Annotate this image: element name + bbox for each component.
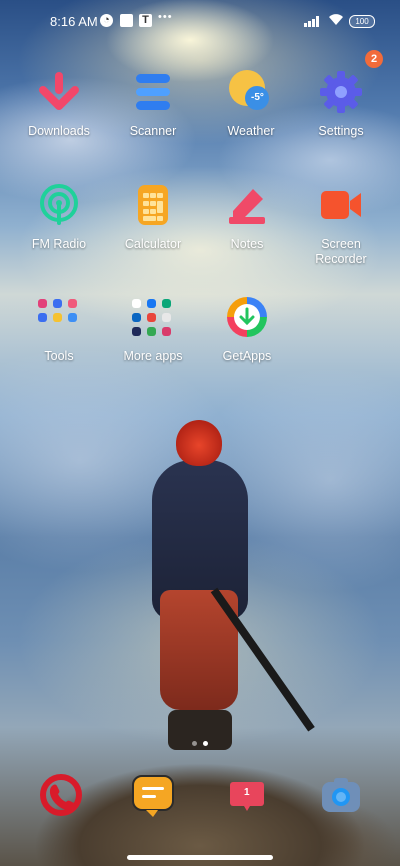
- folder-tools[interactable]: Tools: [14, 293, 104, 364]
- wallpaper-character: [140, 420, 315, 760]
- dock-messages[interactable]: [108, 772, 198, 818]
- messages-icon: [130, 772, 176, 818]
- calculator-icon: [129, 181, 177, 229]
- app-label: Notes: [230, 237, 264, 251]
- getapps-icon: [223, 293, 271, 341]
- status-bar: 8:16 AM ◔ T ••• 100: [0, 0, 400, 44]
- phone-icon: [38, 772, 84, 818]
- scanner-icon: [129, 68, 177, 116]
- app-getapps[interactable]: GetApps: [202, 293, 292, 364]
- radio-icon: [35, 181, 83, 229]
- app-label: Weather: [227, 124, 275, 138]
- dock-themes[interactable]: 1: [202, 772, 292, 818]
- battery-level: 100: [355, 17, 369, 26]
- dock-phone[interactable]: [16, 772, 106, 818]
- camera-icon: [318, 772, 364, 818]
- weather-icon: -5°: [227, 68, 275, 116]
- app-label: GetApps: [222, 349, 272, 363]
- app-label: Settings: [318, 124, 364, 138]
- app-notification-icon: ◔: [100, 14, 113, 27]
- app-label: Calculator: [124, 237, 182, 251]
- app-calculator[interactable]: Calculator: [108, 181, 198, 252]
- page-indicator[interactable]: [0, 733, 400, 751]
- gallery-notification-icon: [120, 14, 133, 27]
- battery-icon: 100: [349, 15, 375, 28]
- gear-icon: 2: [317, 50, 383, 116]
- page-dot-active[interactable]: [203, 741, 208, 746]
- video-camera-icon: [317, 181, 365, 229]
- app-label: Downloads: [28, 124, 90, 138]
- app-notes[interactable]: Notes: [202, 181, 292, 252]
- app-label: Screen Recorder: [315, 237, 367, 266]
- dock-camera[interactable]: [296, 772, 386, 818]
- app-downloads[interactable]: Downloads: [14, 68, 104, 139]
- folder-icon: [129, 293, 177, 341]
- folder-icon: [35, 293, 83, 341]
- notification-badge: 2: [365, 50, 383, 68]
- page-dot[interactable]: [192, 741, 197, 746]
- weather-temperature: -5°: [251, 92, 264, 103]
- app-label: Tools: [44, 349, 74, 363]
- app-screen-recorder[interactable]: Screen Recorder: [296, 181, 386, 267]
- wifi-icon: [328, 13, 344, 29]
- app-label: FM Radio: [31, 237, 87, 251]
- home-gesture-bar[interactable]: [127, 855, 273, 860]
- app-scanner[interactable]: Scanner: [108, 68, 198, 139]
- app-fm-radio[interactable]: FM Radio: [14, 181, 104, 252]
- themes-icon: 1: [224, 772, 270, 818]
- app-label: Scanner: [129, 124, 177, 138]
- cellular-signal-icon: [304, 15, 322, 27]
- folder-more-apps[interactable]: More apps: [108, 293, 198, 364]
- tv-notification-icon: T: [139, 14, 152, 27]
- app-settings[interactable]: 2 Settings: [296, 50, 386, 139]
- pencil-icon: [223, 181, 271, 229]
- more-notifications-icon: •••: [158, 11, 173, 23]
- app-label: More apps: [123, 349, 183, 363]
- notification-badge: 1: [244, 787, 250, 798]
- download-arrow-icon: [35, 68, 83, 116]
- app-weather[interactable]: -5° Weather: [206, 68, 296, 139]
- clock: 8:16 AM: [50, 14, 98, 29]
